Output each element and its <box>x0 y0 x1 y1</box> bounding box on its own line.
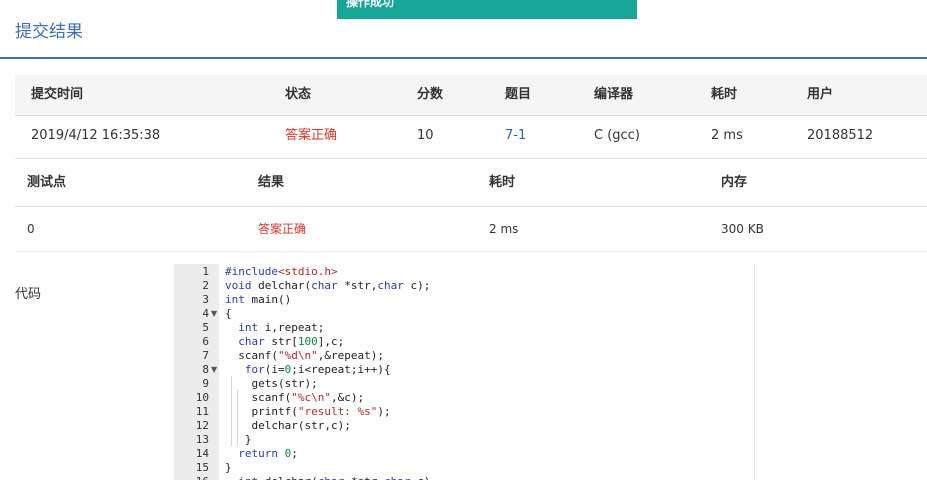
line-number: 4 <box>202 307 209 320</box>
user-id: 20188512 <box>807 128 874 143</box>
header-testpoint: 测试点 <box>27 175 67 190</box>
code-line: } <box>225 461 232 474</box>
line-number: 5 <box>202 321 209 334</box>
summary-table-row: 2019/4/12 16:35:38 答案正确 10 7-1 C (gcc) 2… <box>15 116 927 159</box>
code-editor[interactable]: 1 #include<stdio.h> 2 void delchar(char … <box>174 264 755 480</box>
line-number: 2 <box>202 279 209 292</box>
problem-link[interactable]: 7-1 <box>505 116 526 156</box>
code-line: int main() <box>225 293 292 306</box>
testpoint-time: 2 ms <box>489 222 519 236</box>
code-line: delchar(str,c); <box>225 419 351 432</box>
header-result: 结果 <box>258 175 285 190</box>
elapsed-time: 2 ms <box>711 128 743 143</box>
line-number: 7 <box>202 349 209 362</box>
toast-text: 操作成功 <box>346 0 395 9</box>
header-user: 用户 <box>807 87 834 102</box>
line-number: 13 <box>195 433 209 446</box>
code-line: #include<stdio.h> <box>225 265 338 278</box>
code-line: void delchar(char *str,char c); <box>225 279 431 292</box>
line-number: 9 <box>202 377 209 390</box>
line-number: 1 <box>202 265 209 278</box>
line-number: 11 <box>195 405 209 418</box>
header-elapsed: 耗时 <box>711 87 738 102</box>
compiler: C (gcc) <box>594 128 640 143</box>
header-submit-time: 提交时间 <box>31 87 84 102</box>
code-line: printf("result: %s"); <box>225 405 391 418</box>
line-number: 16 <box>174 475 209 480</box>
page-title: 提交结果 <box>15 22 83 42</box>
success-toast: 操作成功 <box>337 0 637 19</box>
header-memory: 内存 <box>721 175 748 190</box>
code-line: scanf("%d\n",&repeat); <box>225 349 384 362</box>
code-line: } <box>225 433 252 446</box>
testpoint-table-header: 测试点 结果 耗时 内存 <box>15 160 927 207</box>
code-line: char str[100],c; <box>238 335 345 348</box>
testpoint-memory: 300 KB <box>721 222 764 236</box>
line-number: 8 <box>202 363 209 376</box>
summary-table-header: 提交时间 状态 分数 题目 编译器 耗时 用户 <box>15 75 927 116</box>
code-line: gets(str); <box>225 377 318 390</box>
header-time: 耗时 <box>489 175 516 190</box>
fold-arrow-icon[interactable]: ▼ <box>211 307 217 321</box>
header-compiler: 编译器 <box>594 87 634 102</box>
line-number: 10 <box>195 391 209 404</box>
code-label: 代码 <box>15 287 42 302</box>
header-problem: 题目 <box>505 87 532 102</box>
line-number: 3 <box>202 293 209 306</box>
fold-arrow-icon[interactable]: ▼ <box>211 363 217 377</box>
code-line: return 0; <box>238 447 298 460</box>
line-number: 14 <box>195 447 209 460</box>
status-badge: 答案正确 <box>285 128 338 143</box>
testpoint-row: 0 答案正确 2 ms 300 KB <box>15 207 927 252</box>
header-score: 分数 <box>417 87 444 102</box>
header-status: 状态 <box>285 87 312 102</box>
testpoint-result: 答案正确 <box>258 222 307 236</box>
code-line: int delchar(char *str,char c) <box>225 475 430 480</box>
code-line: scanf("%c\n",&c); <box>225 391 365 404</box>
score: 10 <box>417 128 434 143</box>
code-line: for(i=0;i<repeat;i++){ <box>244 363 391 376</box>
code-line: int i,repeat; <box>238 321 325 334</box>
line-number: 15 <box>195 461 209 474</box>
code-line: { <box>225 307 232 320</box>
testpoint-id: 0 <box>27 222 35 236</box>
line-number: 12 <box>195 419 209 432</box>
line-number: 6 <box>202 335 209 348</box>
submit-time: 2019/4/12 16:35:38 <box>31 128 161 143</box>
title-divider <box>0 57 927 59</box>
